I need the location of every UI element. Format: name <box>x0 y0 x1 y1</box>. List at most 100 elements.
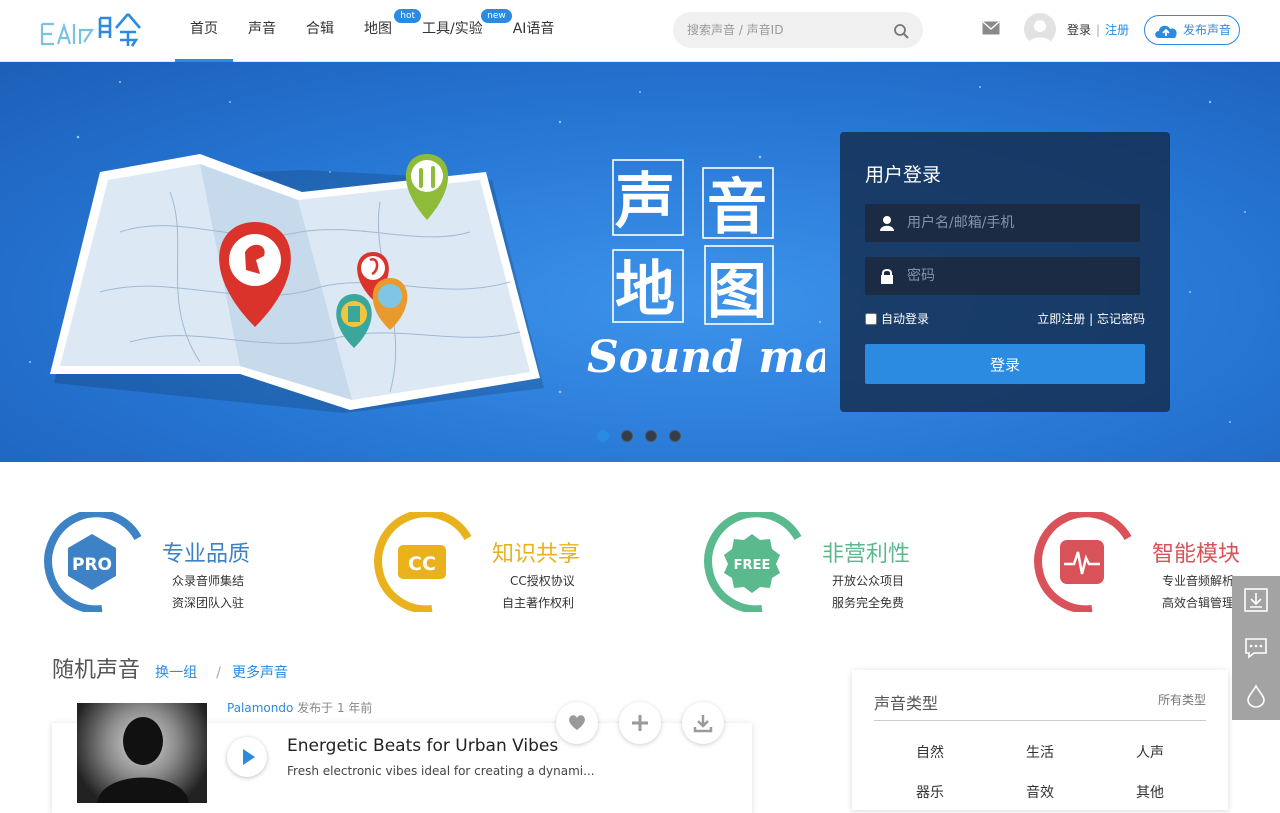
side-toolbar <box>1232 576 1280 720</box>
add-to-collection-button[interactable] <box>619 702 661 744</box>
sound-map-title-art: 声 音 地 图 Sound map <box>587 159 825 380</box>
type-other[interactable]: 其他 <box>1120 782 1180 802</box>
title-char-2: 音 <box>707 173 767 243</box>
side-theme-button[interactable] <box>1232 672 1280 720</box>
auto-login[interactable]: 自动登录 <box>865 310 929 327</box>
pro-badge-text: PRO <box>72 555 112 575</box>
default-avatar-icon <box>1028 20 1052 45</box>
free-badge-text: FREE <box>734 558 771 573</box>
feature-pro: PRO 专业品质 众录音师集结 资深团队入驻 <box>42 512 322 612</box>
feature-title: 非营利性 <box>822 542 911 567</box>
nav-sounds-label: 声音 <box>248 21 276 37</box>
sound-description: Fresh electronic vibes ideal for creatin… <box>287 764 595 778</box>
refresh-link[interactable]: 换一组 <box>155 665 197 681</box>
title-char-1: 声 <box>615 167 675 237</box>
type-nature[interactable]: 自然 <box>900 742 960 762</box>
type-instrument[interactable]: 器乐 <box>900 782 960 802</box>
login-links-separator: | <box>1089 312 1094 326</box>
hero-banner: 声 音 地 图 Sound map 用户登录 自动登录 <box>0 62 1280 462</box>
top-header: 首页 声音 合辑 地图hot 工具/实验new AI语音 登录 | 注册 发布声音 <box>0 0 1280 62</box>
lock-icon <box>881 269 893 284</box>
nav-tools-label: 工具/实验 <box>422 21 483 37</box>
slide-dot-3[interactable] <box>645 430 657 442</box>
nav-sounds[interactable]: 声音 <box>233 0 291 62</box>
sound-meta: Palamondo 发布于 1 年前 <box>227 699 372 716</box>
feature-free: FREE 非营利性 开放公众项目 服务完全免费 <box>702 512 982 612</box>
type-voice[interactable]: 人声 <box>1120 742 1180 762</box>
avatar[interactable] <box>1024 13 1056 45</box>
side-download-button[interactable] <box>1232 576 1280 624</box>
register-now-link[interactable]: 立即注册 <box>1037 312 1085 326</box>
site-logo[interactable] <box>40 12 144 48</box>
download-button[interactable] <box>682 702 724 744</box>
search-icon[interactable] <box>893 23 909 39</box>
login-panel: 用户登录 自动登录 立即注册 | 忘记密码 登录 <box>840 132 1170 412</box>
type-life[interactable]: 生活 <box>1010 742 1070 762</box>
feature-line-2: 资深团队入驻 <box>172 596 245 610</box>
like-button[interactable] <box>556 702 598 744</box>
feature-line-2: 高效合辑管理 <box>1162 596 1235 610</box>
play-button[interactable] <box>227 737 267 777</box>
random-sounds-header: 随机声音 换一组 / 更多声音 <box>52 652 288 684</box>
cloud-upload-icon <box>1155 25 1177 38</box>
password-field <box>865 257 1140 295</box>
search-box <box>673 12 923 48</box>
download-icon <box>1244 588 1268 612</box>
title-english: Sound map <box>587 332 825 380</box>
nav-tools[interactable]: 工具/实验 new <box>407 0 512 62</box>
sound-title[interactable]: Energetic Beats for Urban Vibes <box>287 736 558 756</box>
more-sounds-link[interactable]: 更多声音 <box>232 665 288 681</box>
password-input[interactable] <box>907 257 1132 295</box>
nav-collections[interactable]: 合辑 <box>291 0 349 62</box>
feature-line-2: 服务完全免费 <box>832 596 905 610</box>
plus-icon <box>632 715 648 731</box>
login-submit-button[interactable]: 登录 <box>865 344 1145 384</box>
folded-map-illustration <box>50 154 544 413</box>
username-input[interactable] <box>907 204 1132 242</box>
feature-line-1: 众录音师集结 <box>172 574 245 588</box>
title-char-3: 地 <box>615 255 675 325</box>
mail-icon[interactable] <box>982 21 1000 35</box>
feature-title: 知识共享 <box>492 542 581 567</box>
title-char-4: 图 <box>707 257 767 327</box>
user-icon <box>880 216 894 231</box>
sound-types-panel: 声音类型 所有类型 自然 生活 人声 器乐 音效 其他 <box>852 670 1228 810</box>
slide-dot-2[interactable] <box>621 430 633 442</box>
sound-cover-image[interactable] <box>77 703 207 803</box>
login-links: 立即注册 | 忘记密码 <box>1037 310 1145 327</box>
section-title: 随机声音 <box>52 658 141 683</box>
drop-icon <box>1247 684 1265 708</box>
all-types-link[interactable]: 所有类型 <box>1158 691 1206 708</box>
publish-sound-label: 发布声音 <box>1183 23 1232 37</box>
feature-line-2: 自主著作权利 <box>502 596 575 610</box>
type-sfx[interactable]: 音效 <box>1010 782 1070 802</box>
play-icon <box>243 749 255 765</box>
types-title: 声音类型 <box>874 694 939 713</box>
waveform-badge-icon <box>1034 512 1132 612</box>
download-icon <box>693 715 713 733</box>
username-field <box>865 204 1140 242</box>
auto-login-checkbox[interactable] <box>865 312 877 325</box>
feature-line-1: CC授权协议 <box>510 574 575 588</box>
publish-time: 发布于 1 年前 <box>297 701 373 715</box>
nav-ai-voice-label: AI语音 <box>512 21 555 37</box>
auth-links: 登录 | 注册 <box>1067 21 1129 38</box>
nav-home[interactable]: 首页 <box>175 0 233 62</box>
slide-indicators <box>597 430 681 442</box>
login-title: 用户登录 <box>865 164 942 186</box>
search-input[interactable] <box>687 12 887 48</box>
author-link[interactable]: Palamondo <box>227 701 293 715</box>
auth-separator: | <box>1096 23 1101 37</box>
slide-dot-4[interactable] <box>669 430 681 442</box>
login-link[interactable]: 登录 <box>1067 23 1091 37</box>
register-link[interactable]: 注册 <box>1105 23 1129 37</box>
slide-dot-1[interactable] <box>597 430 609 442</box>
main-nav: 首页 声音 合辑 地图 hot 工具/实验 new AI语音 <box>175 0 569 62</box>
nav-ai-voice[interactable]: AI语音 <box>498 0 570 62</box>
feature-line-1: 专业音频解析 <box>1162 574 1235 588</box>
publish-sound-button[interactable]: 发布声音 <box>1144 15 1240 45</box>
feature-title: 智能模块 <box>1152 542 1241 567</box>
nav-map[interactable]: 地图 hot <box>349 0 421 62</box>
side-feedback-button[interactable] <box>1232 624 1280 672</box>
forgot-password-link[interactable]: 忘记密码 <box>1097 312 1145 326</box>
